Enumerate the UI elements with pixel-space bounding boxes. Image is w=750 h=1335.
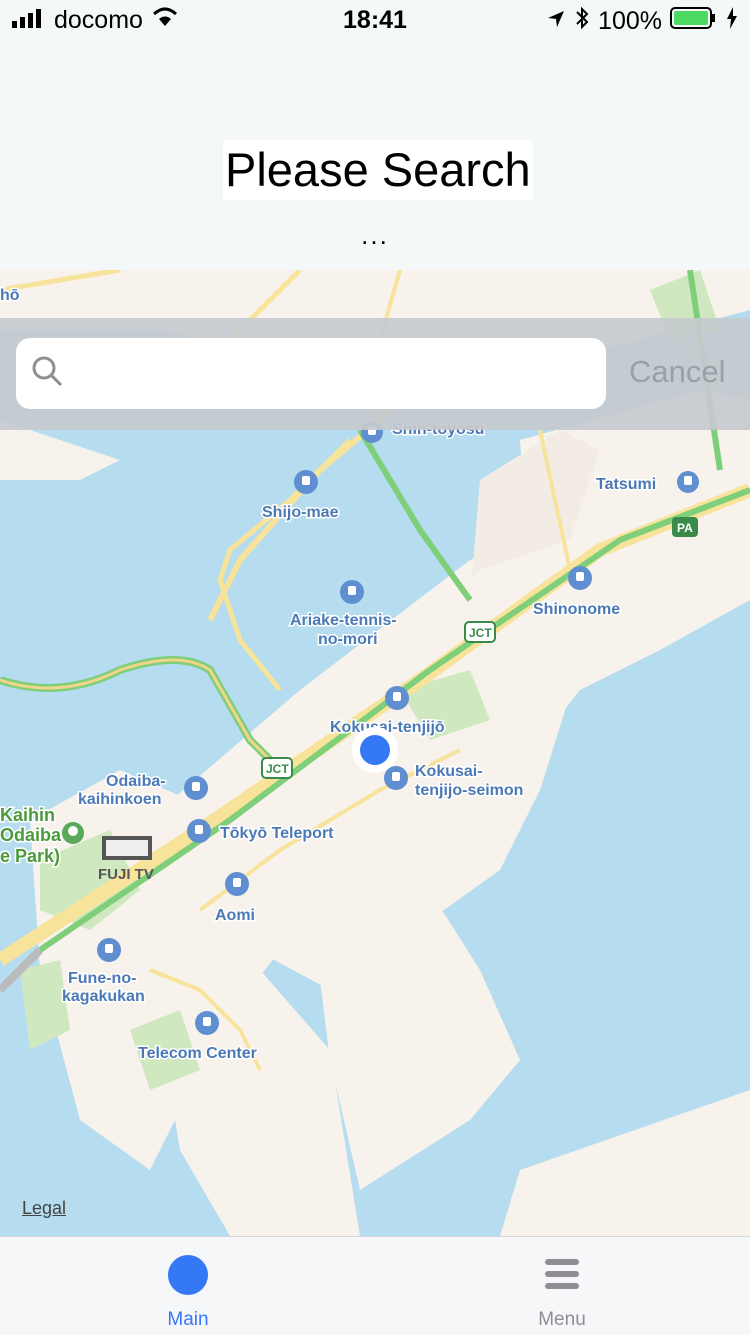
map-label-shinonome: Shinonome bbox=[533, 601, 620, 618]
map-label-kaihin-1: Kaihin bbox=[0, 805, 55, 825]
map-label-cut: hō bbox=[0, 287, 20, 304]
map-label-shijo-mae: Shijo-mae bbox=[262, 504, 339, 521]
page-title: Please Search bbox=[223, 140, 533, 200]
map-label-aomi: Aomi bbox=[215, 907, 255, 924]
map-label-fune-2: kagakukan bbox=[62, 988, 145, 1005]
pa-sign: PA bbox=[672, 517, 698, 537]
fuji-tv-building-icon bbox=[102, 836, 152, 860]
map-label-kaihin-3: e Park) bbox=[0, 846, 60, 866]
svg-text:JCT: JCT bbox=[469, 626, 492, 640]
page-subtitle: ... bbox=[361, 220, 389, 250]
tab-main-label: Main bbox=[167, 1309, 209, 1330]
tab-bar: Main Menu bbox=[0, 1236, 750, 1335]
map-label-odaiba-1: Odaiba- bbox=[106, 773, 166, 790]
header: Please Search ... bbox=[0, 40, 750, 270]
tab-menu[interactable]: Menu bbox=[462, 1237, 662, 1335]
cancel-button[interactable]: Cancel bbox=[629, 354, 726, 390]
map-legal-link[interactable]: Legal bbox=[22, 1198, 66, 1219]
status-bar: docomo 18:41 100% bbox=[0, 0, 750, 40]
search-icon bbox=[30, 354, 64, 393]
map-label-ariake-2: no-mori bbox=[318, 631, 378, 648]
map-label-fuji-tv: FUJI TV bbox=[98, 866, 154, 883]
map-label-telecom-center: Telecom Center bbox=[138, 1045, 257, 1062]
map-label-ariake-1: Ariake-tennis- bbox=[290, 612, 397, 629]
map-label-kokusai-seimon-2: tenjijo-seimon bbox=[415, 782, 523, 799]
battery-percent: 100% bbox=[598, 7, 662, 35]
charging-icon bbox=[726, 7, 738, 36]
map-label-tokyo-teleport: Tōkyō Teleport bbox=[220, 825, 334, 842]
svg-text:JCT: JCT bbox=[266, 762, 289, 776]
location-arrow-icon bbox=[546, 7, 566, 36]
tab-menu-label: Menu bbox=[538, 1309, 586, 1330]
map-label-kokusai-seimon-1: Kokusai- bbox=[415, 763, 483, 780]
search-bar: Cancel bbox=[0, 318, 750, 430]
search-input[interactable] bbox=[16, 338, 606, 409]
user-location-icon bbox=[352, 727, 398, 773]
bluetooth-icon bbox=[574, 6, 590, 37]
svg-text:PA: PA bbox=[677, 521, 693, 535]
tab-main[interactable]: Main bbox=[88, 1237, 288, 1335]
status-right: 100% bbox=[546, 6, 738, 37]
park-tree-icon bbox=[62, 822, 84, 844]
map-label-fune-1: Fune-no- bbox=[68, 970, 136, 987]
map-label-kaihin-2: Odaiba bbox=[0, 825, 62, 845]
map-label-odaiba-2: kaihinkoen bbox=[78, 791, 162, 808]
map-label-tatsumi: Tatsumi bbox=[596, 476, 656, 493]
battery-icon bbox=[670, 6, 718, 37]
